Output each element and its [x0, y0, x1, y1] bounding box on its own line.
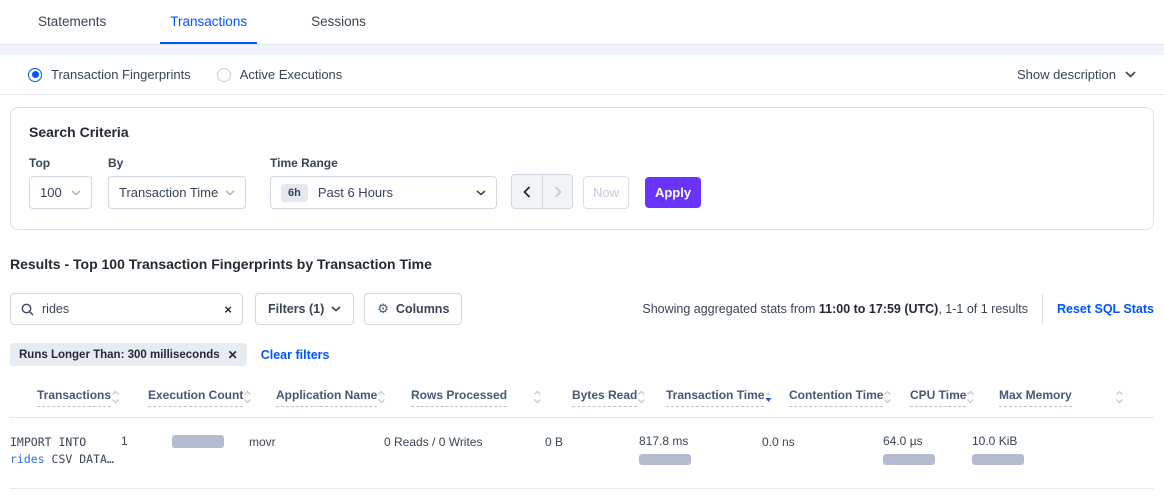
main-content: Search Criteria Top 100 By Transaction T…	[0, 107, 1164, 489]
search-criteria-card: Search Criteria Top 100 By Transaction T…	[10, 107, 1154, 230]
cell-bytes-read: 0 B	[545, 434, 639, 449]
chevron-down-icon	[476, 190, 486, 196]
column-header-rows-processed[interactable]: Rows Processed	[411, 382, 572, 417]
apply-button[interactable]: Apply	[645, 177, 701, 208]
sort-icon[interactable]	[111, 390, 120, 404]
sort-icon[interactable]	[637, 390, 646, 404]
time-range-label: Time Range	[270, 156, 497, 170]
columns-button-label: Columns	[396, 302, 449, 316]
cell-contention-time: 0.0 ns	[762, 434, 883, 449]
clear-filters-link[interactable]: Clear filters	[261, 348, 330, 362]
search-match-highlight[interactable]: rides	[10, 452, 45, 466]
sort-desc-active-icon[interactable]	[764, 390, 773, 404]
time-range-badge: 6h	[281, 184, 308, 202]
tab-sessions[interactable]: Sessions	[301, 0, 376, 44]
time-window-stepper	[511, 174, 573, 209]
radio-selected-icon[interactable]	[28, 68, 42, 82]
table-row: IMPORT INTO rides CSV DATA… 1 movr 0 Rea…	[10, 418, 1154, 489]
time-range-select[interactable]: 6h Past 6 Hours	[270, 176, 497, 209]
cell-rows-processed: 0 Reads / 0 Writes	[384, 434, 545, 449]
radio-active-executions[interactable]: Active Executions	[217, 67, 343, 82]
sort-icon[interactable]	[883, 390, 892, 404]
show-description-label: Show description	[1017, 67, 1116, 82]
cell-transaction-fingerprint[interactable]: IMPORT INTO rides CSV DATA…	[10, 434, 121, 468]
sort-icon[interactable]	[966, 390, 975, 404]
reset-sql-stats-link[interactable]: Reset SQL Stats	[1057, 302, 1154, 316]
search-clear-icon[interactable]: ×	[224, 303, 232, 316]
search-box[interactable]: ×	[10, 293, 243, 325]
column-header-bytes-read[interactable]: Bytes Read	[572, 382, 666, 417]
radio-active-executions-label: Active Executions	[240, 67, 343, 82]
next-time-window-button[interactable]	[542, 175, 572, 208]
column-header-contention-time[interactable]: Contention Time	[789, 382, 910, 417]
active-filters-row: Runs Longer Than: 300 milliseconds ✕ Cle…	[10, 343, 1154, 366]
divider-band	[0, 45, 1164, 55]
filter-pill-label: Runs Longer Than: 300 milliseconds	[19, 349, 220, 361]
aggregated-stats-text: Showing aggregated stats from 11:00 to 1…	[642, 302, 1028, 316]
column-header-application-name[interactable]: Application Name	[276, 382, 411, 417]
stats-time-range: 11:00 to 17:59 (UTC)	[819, 302, 938, 316]
cell-transaction-time: 817.8 ms	[639, 434, 762, 465]
cell-max-memory: 10.0 KiB	[972, 434, 1154, 465]
view-mode-bar: Transaction Fingerprints Active Executio…	[0, 55, 1164, 95]
time-range-value: Past 6 Hours	[318, 185, 393, 200]
top-select-value: 100	[40, 185, 62, 200]
search-criteria-title: Search Criteria	[29, 124, 1135, 140]
by-label: By	[108, 156, 270, 170]
execution-count-bar	[172, 435, 224, 448]
max-memory-bar	[972, 454, 1024, 465]
toolbar-divider	[1042, 294, 1043, 324]
transactions-table: Transactions Execution Count Application…	[10, 382, 1154, 489]
sort-icon[interactable]	[533, 390, 542, 404]
by-select[interactable]: Transaction Time	[108, 176, 246, 209]
cell-execution-count: 1	[121, 434, 249, 448]
filters-button-label: Filters (1)	[268, 302, 324, 316]
radio-fingerprints-label: Transaction Fingerprints	[51, 67, 191, 82]
column-header-cpu-time[interactable]: CPU Time	[910, 382, 999, 417]
cpu-time-bar	[883, 454, 935, 465]
transaction-time-bar	[639, 454, 691, 465]
previous-time-window-button[interactable]	[512, 175, 542, 208]
top-label: Top	[29, 156, 108, 170]
sort-icon[interactable]	[377, 390, 386, 404]
remove-filter-icon[interactable]: ✕	[228, 349, 238, 361]
gear-icon: ⚙	[377, 302, 389, 317]
cell-cpu-time: 64.0 µs	[883, 434, 972, 465]
by-select-value: Transaction Time	[119, 185, 218, 200]
now-button[interactable]: Now	[583, 176, 629, 209]
chevron-down-icon	[71, 190, 81, 196]
filter-pill[interactable]: Runs Longer Than: 300 milliseconds ✕	[10, 343, 247, 366]
columns-button[interactable]: ⚙ Columns	[364, 293, 462, 325]
cell-application-name: movr	[249, 434, 384, 449]
column-header-execution-count[interactable]: Execution Count	[148, 382, 276, 417]
radio-unselected-icon[interactable]	[217, 68, 231, 82]
column-header-transaction-time[interactable]: Transaction Time	[666, 382, 789, 417]
tab-statements[interactable]: Statements	[28, 0, 116, 44]
results-heading: Results - Top 100 Transaction Fingerprin…	[10, 256, 1154, 272]
chevron-down-icon	[331, 306, 341, 312]
filters-button[interactable]: Filters (1)	[255, 293, 354, 325]
search-input[interactable]	[42, 302, 224, 316]
table-header-row: Transactions Execution Count Application…	[10, 382, 1154, 418]
radio-transaction-fingerprints[interactable]: Transaction Fingerprints	[28, 67, 191, 82]
top-select[interactable]: 100	[29, 176, 92, 209]
column-header-transactions[interactable]: Transactions	[37, 382, 148, 417]
search-icon	[21, 303, 34, 316]
show-description-toggle[interactable]: Show description	[1017, 67, 1136, 82]
tab-transactions[interactable]: Transactions	[160, 0, 257, 44]
sort-icon[interactable]	[1115, 390, 1124, 404]
sort-icon[interactable]	[243, 390, 252, 404]
column-header-max-memory[interactable]: Max Memory	[999, 382, 1154, 417]
chevron-down-icon	[225, 190, 235, 196]
page-tabs: Statements Transactions Sessions	[0, 0, 1164, 45]
results-toolbar: × Filters (1) ⚙ Columns Showing aggregat…	[10, 293, 1154, 325]
chevron-down-icon	[1125, 71, 1136, 78]
